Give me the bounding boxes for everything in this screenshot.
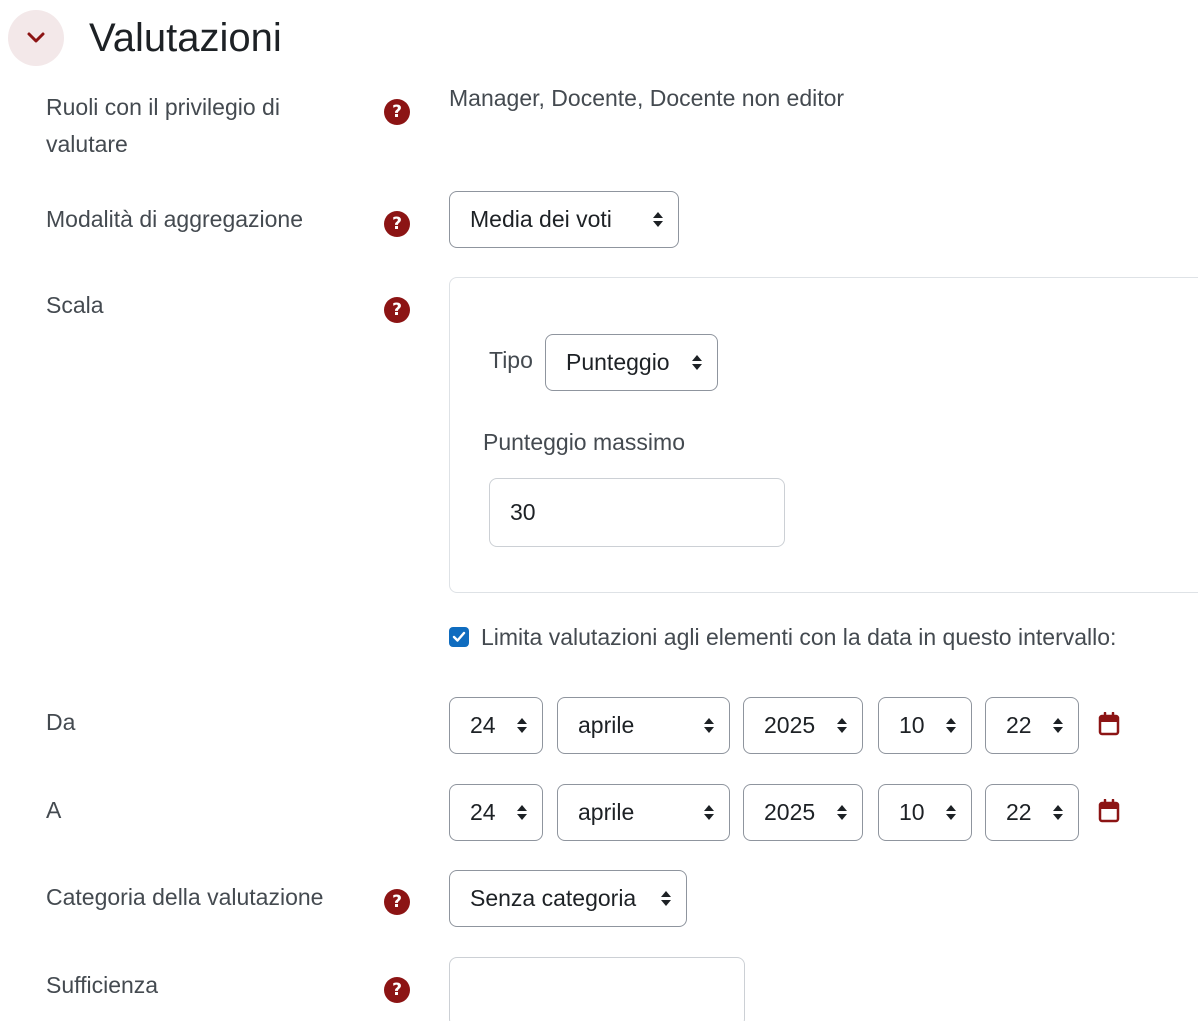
category-help-icon[interactable]: ? bbox=[384, 889, 410, 915]
to-month-value: aprile bbox=[578, 799, 635, 825]
max-grade-input[interactable]: 30 bbox=[489, 478, 785, 547]
from-day-value: 24 bbox=[470, 712, 496, 738]
sort-caret-icon bbox=[945, 805, 957, 820]
to-day-select[interactable]: 24 bbox=[449, 784, 543, 841]
aggregation-selected-value: Media dei voti bbox=[470, 206, 612, 232]
to-hour-value: 10 bbox=[899, 799, 925, 825]
category-label: Categoria della valutazione bbox=[46, 884, 324, 910]
from-year-select[interactable]: 2025 bbox=[743, 697, 863, 754]
scale-type-label: Tipo bbox=[489, 347, 533, 373]
sort-caret-icon bbox=[703, 718, 715, 733]
to-label: A bbox=[46, 797, 62, 823]
sort-caret-icon bbox=[836, 718, 848, 733]
calendar-icon[interactable] bbox=[1098, 712, 1120, 736]
scale-label: Scala bbox=[46, 292, 104, 318]
sort-caret-icon bbox=[836, 805, 848, 820]
to-hour-select[interactable]: 10 bbox=[878, 784, 972, 841]
pass-grade-label: Sufficienza bbox=[46, 972, 159, 998]
sort-caret-icon bbox=[516, 805, 528, 820]
from-year-value: 2025 bbox=[764, 712, 816, 738]
category-selected-value: Senza categoria bbox=[470, 885, 637, 911]
limit-label[interactable]: Limita valutazioni agli elementi con la … bbox=[481, 619, 1116, 656]
sort-caret-icon bbox=[652, 212, 664, 227]
from-month-value: aprile bbox=[578, 712, 635, 738]
sort-caret-icon bbox=[703, 805, 715, 820]
sort-caret-icon bbox=[516, 718, 528, 733]
sort-caret-icon bbox=[660, 891, 672, 906]
sort-caret-icon bbox=[945, 718, 957, 733]
scale-type-selected-value: Punteggio bbox=[566, 349, 670, 375]
sort-caret-icon bbox=[1052, 805, 1064, 820]
roles-label: Ruoli con il privilegio di valutare bbox=[46, 94, 280, 157]
to-year-select[interactable]: 2025 bbox=[743, 784, 863, 841]
section-title: Valutazioni bbox=[89, 16, 282, 60]
sort-caret-icon bbox=[691, 355, 703, 370]
calendar-icon[interactable] bbox=[1098, 799, 1120, 823]
roles-help-icon[interactable]: ? bbox=[384, 99, 410, 125]
roles-value: Manager, Docente, Docente non editor bbox=[449, 85, 845, 111]
from-day-select[interactable]: 24 bbox=[449, 697, 543, 754]
aggregation-select[interactable]: Media dei voti bbox=[449, 191, 679, 248]
scale-help-icon[interactable]: ? bbox=[384, 297, 410, 323]
to-day-value: 24 bbox=[470, 799, 496, 825]
from-label: Da bbox=[46, 709, 76, 735]
pass-grade-input[interactable] bbox=[449, 957, 745, 1021]
pass-grade-help-icon[interactable]: ? bbox=[384, 977, 410, 1003]
from-minute-value: 22 bbox=[1006, 712, 1032, 738]
chevron-down-icon bbox=[27, 32, 45, 43]
aggregation-help-icon[interactable]: ? bbox=[384, 211, 410, 237]
aggregation-label: Modalità di aggregazione bbox=[46, 206, 304, 232]
max-grade-label: Punteggio massimo bbox=[483, 429, 685, 455]
from-hour-select[interactable]: 10 bbox=[878, 697, 972, 754]
from-minute-select[interactable]: 22 bbox=[985, 697, 1079, 754]
checkmark-icon bbox=[452, 631, 466, 642]
to-minute-value: 22 bbox=[1006, 799, 1032, 825]
scale-type-select[interactable]: Punteggio bbox=[545, 334, 718, 391]
to-year-value: 2025 bbox=[764, 799, 816, 825]
collapse-section-button[interactable] bbox=[8, 10, 64, 66]
limit-checkbox[interactable] bbox=[449, 627, 469, 647]
sort-caret-icon bbox=[1052, 718, 1064, 733]
category-select[interactable]: Senza categoria bbox=[449, 870, 687, 927]
to-month-select[interactable]: aprile bbox=[557, 784, 730, 841]
to-minute-select[interactable]: 22 bbox=[985, 784, 1079, 841]
from-hour-value: 10 bbox=[899, 712, 925, 738]
from-month-select[interactable]: aprile bbox=[557, 697, 730, 754]
